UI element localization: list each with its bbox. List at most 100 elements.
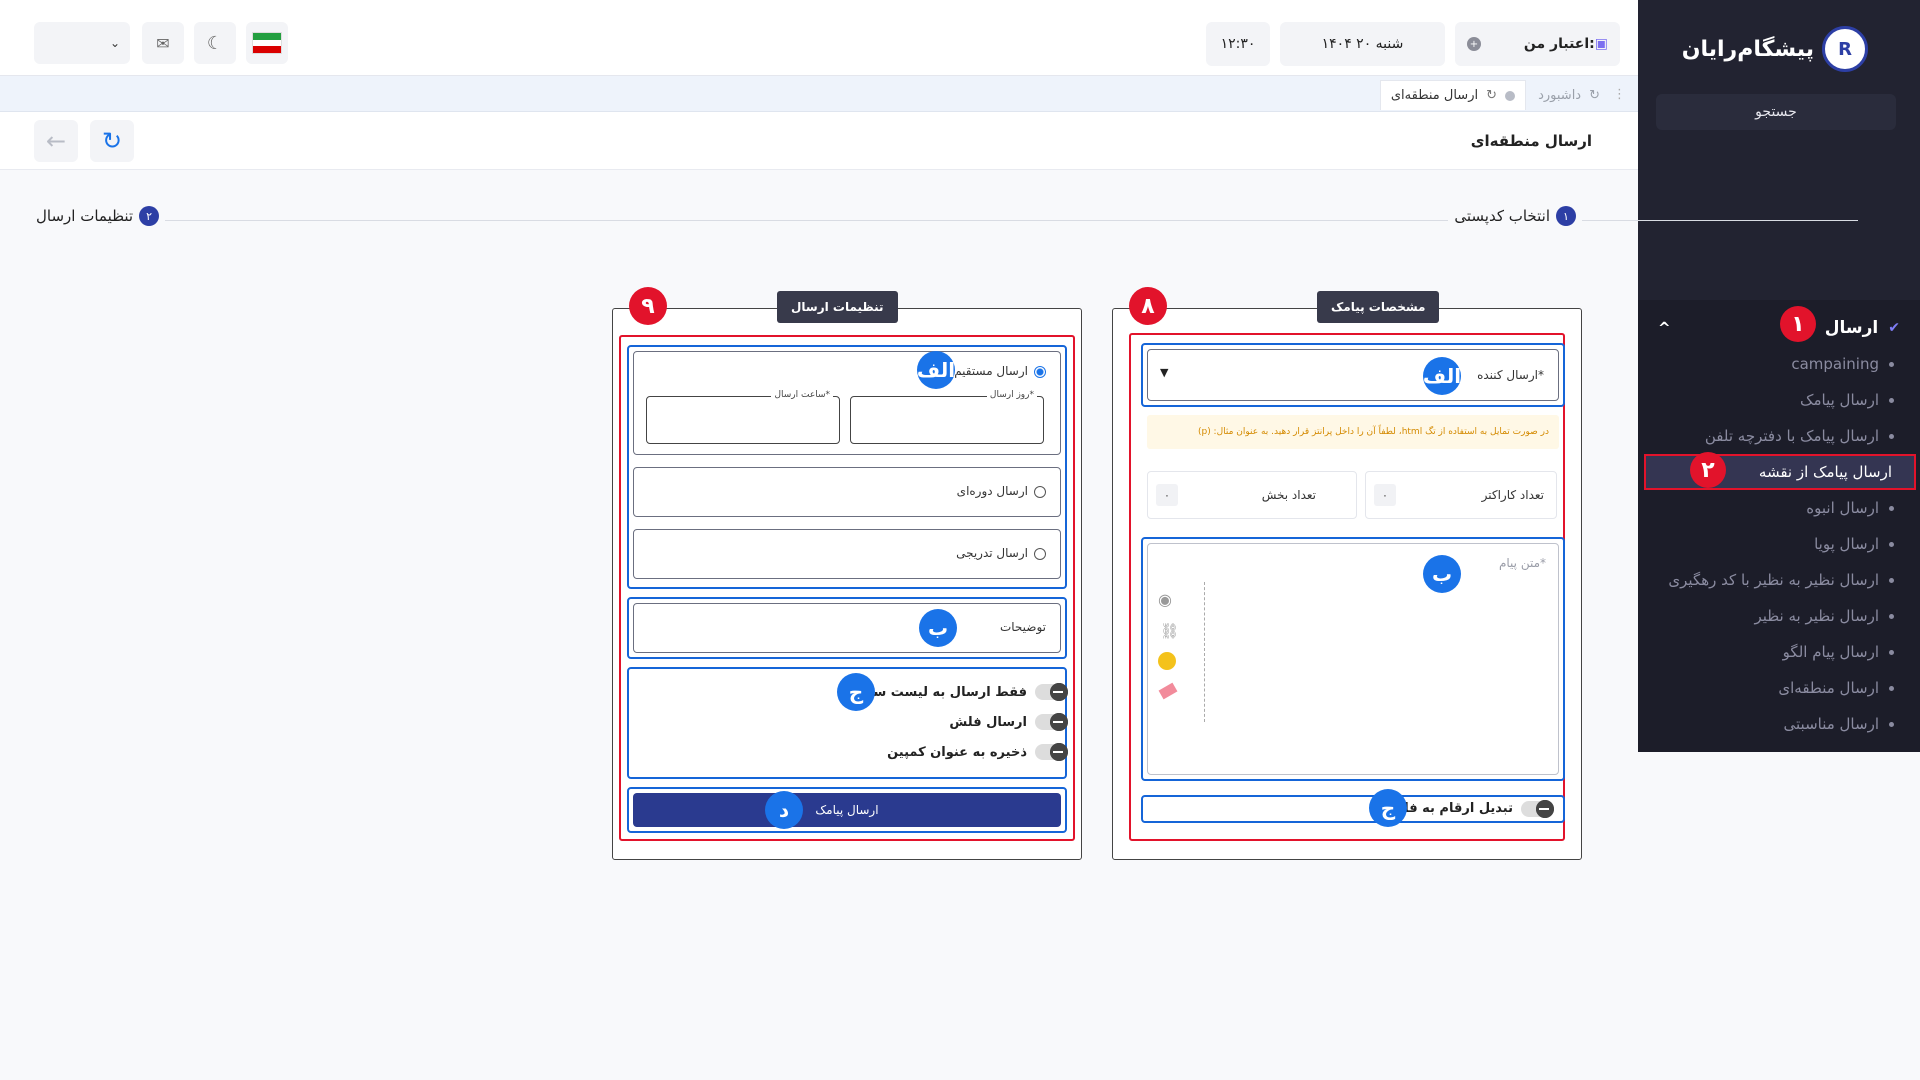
dark-mode-button[interactable]: ☾ <box>194 22 236 64</box>
emoji-icon[interactable] <box>1158 652 1176 670</box>
time-display: ۱۲:۳۰ <box>1206 22 1270 66</box>
language-button[interactable] <box>246 22 288 64</box>
annotation-badge-alef: الف <box>1423 357 1461 395</box>
flash-toggle[interactable] <box>1035 713 1068 731</box>
link-icon[interactable]: ⛓ <box>1160 622 1179 640</box>
flash-label: ارسال فلش <box>949 714 1027 730</box>
direct-send-label: ارسال مستقیم <box>954 364 1028 378</box>
tab-label: داشبورد <box>1538 87 1582 103</box>
check-icon: ✔ <box>1888 320 1900 336</box>
eye-icon[interactable]: ◉ <box>1158 590 1172 609</box>
whitelist-label: فقط ارسال به لیست سفید <box>851 684 1027 700</box>
sidebar-item-template[interactable]: ارسال پیام الگو <box>1644 634 1900 670</box>
send-settings-panel: تنظیمات ارسال ۹ ارسال مستقیم روز ارسال* … <box>612 287 1082 860</box>
credit-label: اعتبار من: <box>1523 36 1595 52</box>
step-2[interactable]: ۲ تنظیمات ارسال <box>30 206 166 226</box>
sidebar-menu-list: campaining ارسال پیامک ارسال پیامک با دف… <box>1644 346 1916 742</box>
sidebar-search-input[interactable]: جستجو <box>1656 94 1896 130</box>
back-button[interactable]: ← <box>34 120 78 162</box>
moon-icon: ☾ <box>206 32 224 54</box>
bullet-icon <box>1889 685 1894 691</box>
step-number: ۱ <box>1556 206 1576 226</box>
stepper-line <box>150 220 1858 221</box>
bullet-icon <box>1889 505 1894 511</box>
save-campaign-row[interactable]: ذخیره به عنوان کمپین <box>887 741 1068 763</box>
sidebar-item-send-phonebook[interactable]: ارسال پیامک با دفترچه تلفن <box>1644 418 1900 454</box>
annotation-badge-2: ۲ <box>1690 452 1726 488</box>
sidebar-item-label: ارسال منطقه‌ای <box>1778 679 1879 697</box>
persian-digits-toggle[interactable] <box>1521 800 1554 818</box>
annotation-badge-1: ۱ <box>1780 306 1816 342</box>
sidebar-group-send[interactable]: ✔ ارسال ^ <box>1650 314 1900 342</box>
sidebar-item-label: ارسال مناسبتی <box>1783 715 1879 733</box>
whitelist-toggle[interactable] <box>1035 683 1068 701</box>
periodic-send-radio[interactable] <box>1034 486 1046 498</box>
bullet-icon <box>1889 649 1894 655</box>
sidebar-item-p2p[interactable]: ارسال نظیر به نظیر <box>1644 598 1900 634</box>
message-placeholder: متن پیام* <box>1498 556 1546 570</box>
sender-select[interactable]: ارسال کننده* ▼ <box>1147 349 1559 401</box>
send-hour-input[interactable]: ساعت ارسال* <box>646 390 840 444</box>
gradual-send-option[interactable]: ارسال تدریجی <box>633 529 1061 579</box>
step-1[interactable]: ۱ انتخاب کدپستی <box>1448 206 1582 226</box>
profile-dropdown[interactable]: ⌄ <box>34 22 130 64</box>
gradual-send-radio[interactable] <box>1034 548 1046 560</box>
tab-dashboard[interactable]: داشبورد ↻ <box>1528 80 1610 110</box>
credit-box[interactable]: ▣ اعتبار من: + <box>1455 22 1620 66</box>
parts-count-box: تعداد بخش ۰ <box>1147 471 1357 519</box>
panel-tag: مشخصات پیامک <box>1317 291 1440 323</box>
chevron-down-icon: ⌄ <box>109 36 120 50</box>
direct-send-option[interactable]: ارسال مستقیم روز ارسال* ساعت ارسال* <box>633 351 1061 455</box>
step-number: ۲ <box>139 206 160 226</box>
annotation-badge-jim: ج <box>1369 789 1407 827</box>
annotation-badge-be: ب <box>1423 555 1461 593</box>
more-icon[interactable]: ⋮ <box>1613 87 1626 102</box>
save-campaign-toggle[interactable] <box>1035 743 1068 761</box>
brand-logo[interactable]: R پیشگام‌رایان <box>1682 26 1868 72</box>
messages-button[interactable]: ✉ <box>142 22 184 64</box>
gradual-send-label: ارسال تدریجی <box>956 546 1028 560</box>
periodic-send-option[interactable]: ارسال دوره‌ای <box>633 467 1061 517</box>
chevron-up-icon[interactable]: ^ <box>1658 319 1671 337</box>
page-title: ارسال منطقه‌ای <box>1470 132 1592 150</box>
sidebar-item-bulk-send[interactable]: ارسال انبوه <box>1644 490 1900 526</box>
refresh-button[interactable]: ↻ <box>90 120 134 162</box>
sidebar-item-label: campaining <box>1791 355 1879 373</box>
sidebar-item-occasional[interactable]: ارسال مناسبتی <box>1644 706 1900 742</box>
annotation-badge-8: ۸ <box>1129 287 1167 325</box>
sidebar-item-send-sms[interactable]: ارسال پیامک <box>1644 382 1900 418</box>
tab-regional-send[interactable]: ارسال منطقه‌ای ↻ <box>1379 80 1526 110</box>
save-campaign-label: ذخیره به عنوان کمپین <box>887 744 1027 760</box>
panel-tag: تنظیمات ارسال <box>777 291 898 323</box>
sidebar-item-dynamic-send[interactable]: ارسال پویا <box>1644 526 1900 562</box>
sidebar-item-campaining[interactable]: campaining <box>1644 346 1900 382</box>
message-textarea[interactable]: متن پیام* ◉ ⛓ <box>1147 543 1559 775</box>
step-label: انتخاب کدپستی <box>1454 207 1550 225</box>
close-icon[interactable] <box>1505 90 1515 101</box>
whitelist-row[interactable]: فقط ارسال به لیست سفید <box>851 681 1068 703</box>
bullet-icon <box>1889 361 1894 367</box>
send-day-label: روز ارسال* <box>986 390 1037 400</box>
annotation-badge-be: ب <box>919 609 957 647</box>
parts-count-label: تعداد بخش <box>1261 488 1316 502</box>
description-input[interactable]: توضیحات <box>633 603 1061 653</box>
send-sms-button[interactable]: ارسال پیامک <box>633 793 1061 827</box>
send-hour-label: ساعت ارسال* <box>771 390 833 400</box>
eraser-icon[interactable] <box>1158 682 1178 700</box>
refresh-icon[interactable]: ↻ <box>1486 88 1497 103</box>
top-header: ▣ اعتبار من: + شنبه ۲۰ ۱۴۰۴ ۱۲:۳۰ ☾ ✉ ⌄ <box>0 0 1638 76</box>
periodic-send-label: ارسال دوره‌ای <box>956 484 1028 498</box>
flash-row[interactable]: ارسال فلش <box>949 711 1068 733</box>
bullet-icon <box>1889 613 1894 619</box>
send-day-input[interactable]: روز ارسال* <box>850 390 1044 444</box>
sidebar-item-regional[interactable]: ارسال منطقه‌ای <box>1644 670 1900 706</box>
direct-send-radio[interactable] <box>1034 366 1046 378</box>
plus-circle-icon[interactable]: + <box>1467 37 1481 51</box>
sidebar-item-p2p-tracking[interactable]: ارسال نظیر به نظیر با کد رهگیری <box>1644 562 1900 598</box>
parts-count-value: ۰ <box>1156 484 1178 506</box>
persian-digits-row[interactable]: تبدیل ارقام به فارسی <box>1141 795 1565 823</box>
sidebar-item-label: ارسال پویا <box>1814 535 1879 553</box>
sidebar-item-send-from-map[interactable]: ارسال پیامک از نقشه <box>1644 454 1916 490</box>
char-count-label: تعداد کاراکتر <box>1481 488 1544 502</box>
date-display: شنبه ۲۰ ۱۴۰۴ <box>1280 22 1445 66</box>
